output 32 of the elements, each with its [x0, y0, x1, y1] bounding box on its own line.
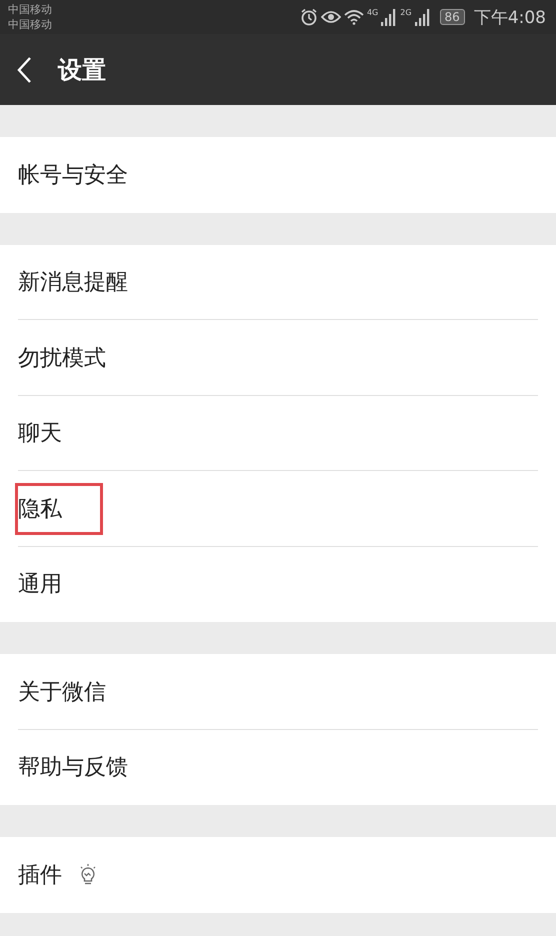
settings-item[interactable]: 插件 [0, 837, 556, 912]
eye-icon [320, 9, 341, 25]
settings-item[interactable]: 勿扰模式 [0, 320, 556, 396]
signal-icon [414, 8, 431, 26]
back-icon[interactable] [16, 56, 32, 84]
item-label: 隐私 [15, 482, 103, 535]
settings-item[interactable]: 新消息提醒 [0, 244, 556, 320]
settings-item[interactable]: 关于微信 [0, 654, 556, 730]
signal-icon [381, 8, 398, 26]
item-label: 帐号与安全 [17, 162, 129, 190]
item-label: 新消息提醒 [17, 269, 129, 298]
lightbulb-icon [79, 864, 97, 886]
clock-time: 下午4:08 [474, 6, 546, 28]
network-label: 2G [400, 8, 412, 16]
item-label: 聊天 [17, 420, 63, 448]
item-label: 通用 [17, 571, 63, 600]
item-label: 帮助与反馈 [17, 754, 129, 782]
item-label: 关于微信 [17, 678, 107, 707]
settings-item[interactable]: 隐私 [0, 471, 556, 546]
settings-item[interactable]: 通用 [0, 546, 556, 622]
item-label: 插件 [17, 862, 63, 890]
carrier-name: 中国移动 [8, 17, 52, 32]
wifi-icon [344, 9, 364, 25]
page-title: 设置 [58, 54, 106, 86]
settings-item[interactable]: 帮助与反馈 [0, 730, 556, 805]
network-label: 4G [366, 8, 378, 16]
settings-item[interactable]: 帐号与安全 [0, 137, 556, 212]
alarm-icon [300, 8, 318, 26]
settings-item[interactable]: 聊天 [0, 396, 556, 471]
item-label: 勿扰模式 [17, 344, 107, 373]
battery-indicator: 86 [440, 9, 465, 25]
carrier-name: 中国移动 [8, 2, 52, 17]
